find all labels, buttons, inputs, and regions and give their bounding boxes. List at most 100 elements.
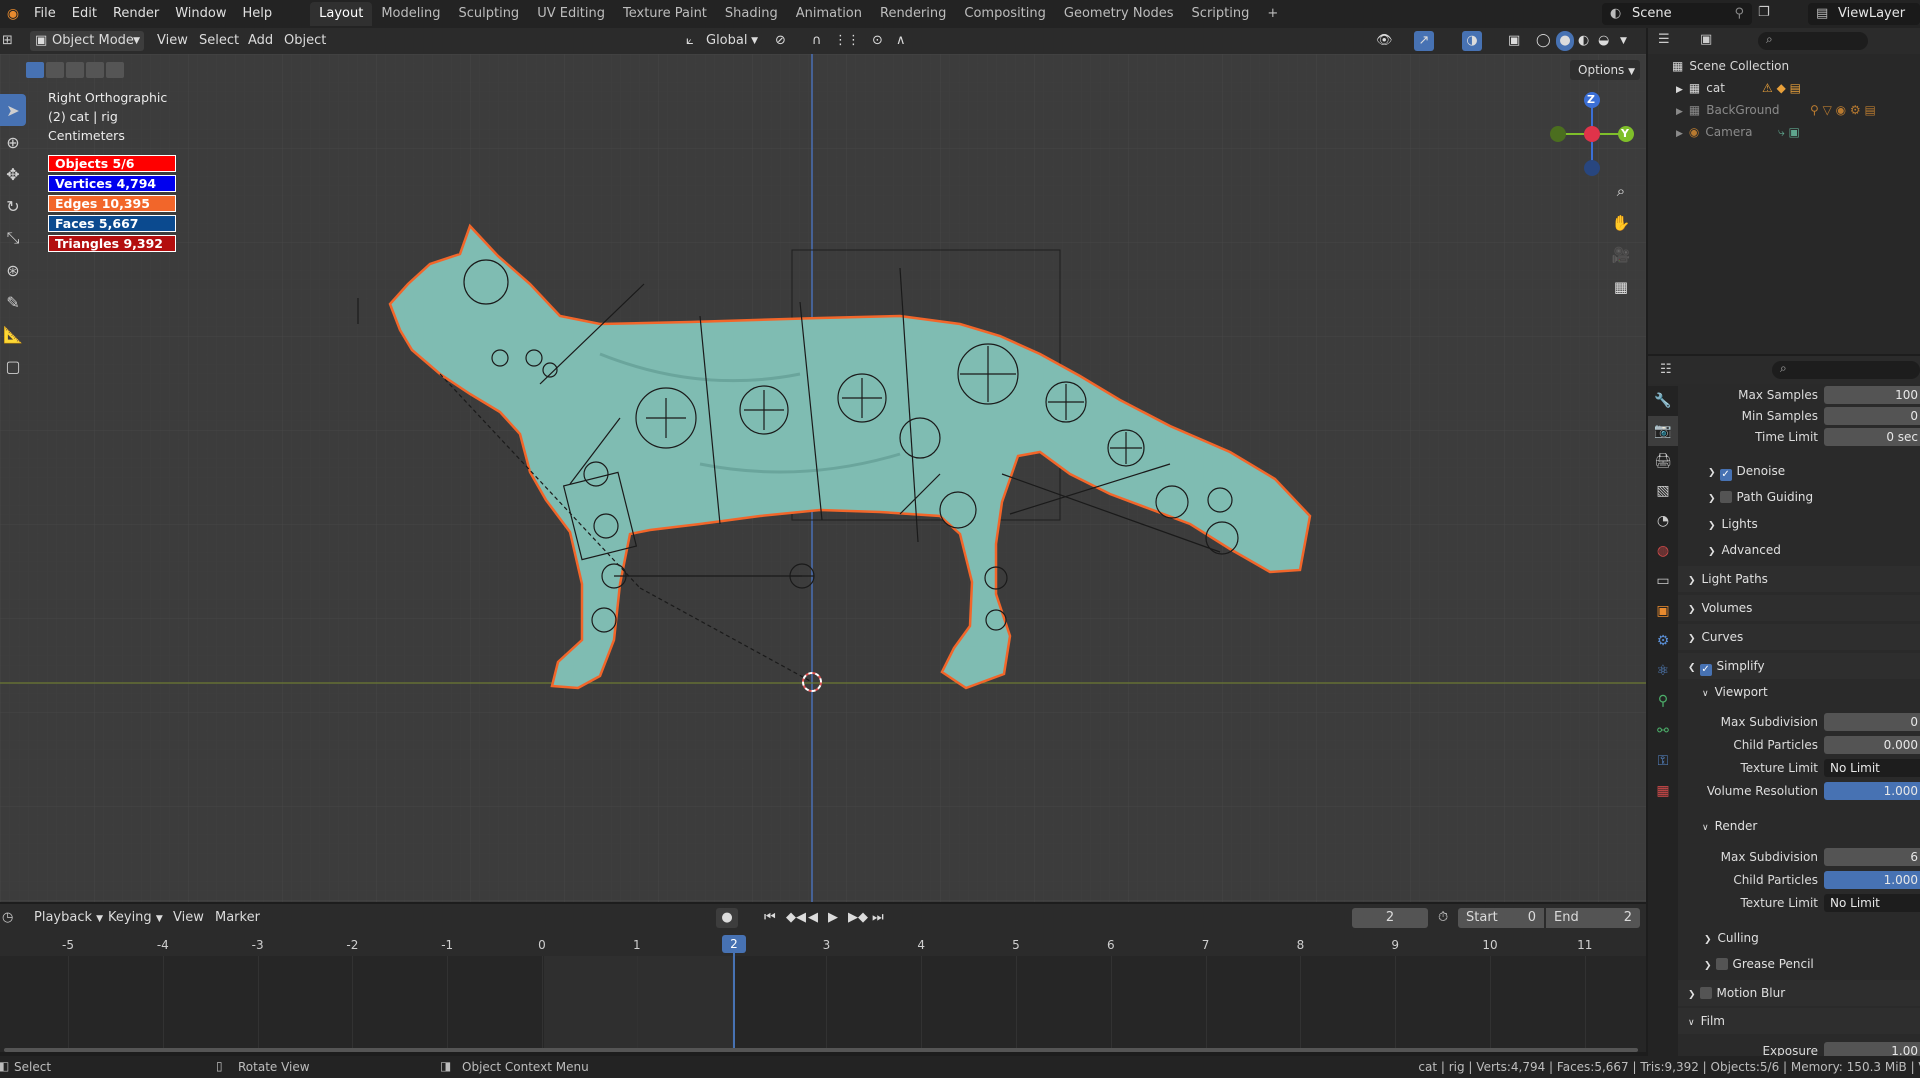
simplify-panel[interactable]: ❮ ✓ Simplify: [1678, 653, 1920, 679]
view-layer-selector[interactable]: ▤ ViewLayer: [1808, 3, 1920, 25]
play-reverse-icon[interactable]: ◀: [808, 908, 818, 928]
pivot-icon[interactable]: ⊘: [775, 31, 786, 51]
rd-child-particles-field[interactable]: 1.000: [1824, 871, 1920, 889]
output-tab-icon[interactable]: 🖨: [1648, 446, 1678, 476]
menu-add[interactable]: Add: [248, 31, 273, 51]
physics-tab-icon[interactable]: ⚲: [1648, 686, 1678, 716]
falloff-icon[interactable]: ∧: [896, 31, 906, 51]
exposure-field[interactable]: 1.00: [1824, 1042, 1920, 1056]
world-tab-icon[interactable]: ◍: [1648, 536, 1678, 566]
tab-uv-editing[interactable]: UV Editing: [528, 2, 614, 26]
select-new-icon[interactable]: [26, 62, 44, 78]
marker-menu[interactable]: Marker: [215, 908, 260, 928]
advanced-panel[interactable]: ❯ Advanced: [1678, 537, 1920, 563]
lights-panel[interactable]: ❯ Lights: [1678, 511, 1920, 537]
volumes-panel[interactable]: ❯ Volumes: [1678, 595, 1920, 621]
tab-layout[interactable]: Layout: [310, 2, 373, 26]
tab-compositing[interactable]: Compositing: [955, 2, 1055, 26]
culling-panel[interactable]: ❯ Culling: [1678, 925, 1920, 951]
tab-rendering[interactable]: Rendering: [871, 2, 955, 26]
scene-tab-icon[interactable]: ◔: [1648, 506, 1678, 536]
tab-animation[interactable]: Animation: [787, 2, 871, 26]
tab-shading[interactable]: Shading: [716, 2, 787, 26]
select-intersect-icon[interactable]: [106, 62, 124, 78]
cursor-tool-icon[interactable]: ⊕: [0, 126, 26, 158]
collection-tab-icon[interactable]: ▭: [1648, 566, 1678, 596]
add-cube-tool-icon[interactable]: ▢: [0, 350, 26, 382]
scale-tool-icon[interactable]: ⤡: [0, 222, 26, 254]
vp-texture-limit-dropdown[interactable]: No Limit: [1824, 759, 1920, 777]
max-samples-field[interactable]: 100: [1824, 386, 1920, 404]
outliner-search-input[interactable]: ⌕: [1758, 32, 1868, 50]
particles-tab-icon[interactable]: ⚛: [1648, 656, 1678, 686]
time-limit-field[interactable]: 0 sec: [1824, 428, 1920, 446]
new-scene-icon[interactable]: ❐: [1758, 5, 1770, 20]
proportional-edit-icon[interactable]: ⊙: [872, 31, 883, 51]
timeline-scrollbar[interactable]: [4, 1048, 1638, 1052]
grease-pencil-checkbox[interactable]: [1715, 958, 1728, 970]
menu-view[interactable]: View: [157, 31, 188, 51]
orientation-dropdown[interactable]: ⟀ Global ▼: [682, 31, 762, 51]
timeline[interactable]: -5-4-3-2-101234567891011 2: [0, 932, 1646, 1052]
mode-dropdown[interactable]: ▣ Object Mode ▼: [30, 31, 144, 51]
shading-options-icon[interactable]: ▼: [1620, 31, 1627, 51]
tab-texture-paint[interactable]: Texture Paint: [614, 2, 716, 26]
menu-help[interactable]: Help: [235, 0, 281, 28]
render-tab-icon[interactable]: 📷: [1648, 416, 1678, 446]
3d-viewport[interactable]: ➤ ⊕ ✥ ↻ ⤡ ⊛ ✎ 📐 ▢ Right Orthographic (2)…: [0, 54, 1646, 902]
viewport-subpanel[interactable]: ∨ Viewport: [1678, 679, 1920, 705]
play-icon[interactable]: ▶: [828, 908, 838, 928]
motion-blur-checkbox[interactable]: [1699, 987, 1712, 999]
playback-menu[interactable]: Playback ▼: [34, 908, 103, 928]
data-tab-icon[interactable]: ⚿: [1648, 746, 1678, 776]
keying-menu[interactable]: Keying ▼: [108, 908, 163, 928]
menu-window[interactable]: Window: [167, 0, 234, 28]
rotate-tool-icon[interactable]: ↻: [0, 190, 26, 222]
shading-rendered-icon[interactable]: ◒: [1598, 31, 1609, 51]
film-panel[interactable]: ∨ Film: [1678, 1008, 1920, 1034]
select-subtract-icon[interactable]: [66, 62, 84, 78]
transform-tool-icon[interactable]: ⊛: [0, 254, 26, 286]
menu-file[interactable]: File: [26, 0, 64, 28]
add-workspace-icon[interactable]: +: [1258, 2, 1287, 26]
tab-scripting[interactable]: Scripting: [1183, 2, 1259, 26]
rd-texture-limit-dropdown[interactable]: No Limit: [1824, 894, 1920, 912]
outliner-item-camera[interactable]: ▶ ◉ Camera ⤷ ▣: [1648, 122, 1920, 143]
ortho-grid-icon[interactable]: ▦: [1608, 274, 1634, 300]
grease-pencil-panel[interactable]: ❯ Grease Pencil: [1678, 951, 1920, 977]
tab-geometry-nodes[interactable]: Geometry Nodes: [1055, 2, 1183, 26]
object-tab-icon[interactable]: ▣: [1648, 596, 1678, 626]
select-difference-icon[interactable]: [86, 62, 104, 78]
path-guiding-checkbox[interactable]: [1719, 491, 1732, 503]
modifier-tab-icon[interactable]: ⚙: [1648, 626, 1678, 656]
timeline-view-menu[interactable]: View: [173, 908, 204, 928]
preview-range-icon[interactable]: ⏱: [1438, 908, 1448, 928]
jump-start-icon[interactable]: ⏮: [764, 908, 776, 928]
denoise-panel[interactable]: ❯ ✓ Denoise: [1678, 458, 1920, 484]
jump-end-icon[interactable]: ⏭: [872, 908, 884, 928]
tab-modeling[interactable]: Modeling: [372, 2, 449, 26]
outliner-type-icon[interactable]: ☰: [1658, 32, 1670, 47]
tool-tab-icon[interactable]: 🔧: [1648, 386, 1678, 416]
menu-select[interactable]: Select: [199, 31, 239, 51]
overlay-toggle-icon[interactable]: ◑: [1462, 31, 1482, 51]
shading-wireframe-icon[interactable]: ◯: [1536, 31, 1551, 51]
simplify-checkbox[interactable]: ✓: [1699, 664, 1712, 676]
display-mode-icon[interactable]: ▣: [1700, 32, 1712, 47]
path-guiding-panel[interactable]: ❯ Path Guiding: [1678, 484, 1920, 510]
options-dropdown[interactable]: Options ▼: [1570, 60, 1640, 80]
scene-selector[interactable]: ◐ Scene ⚲: [1602, 3, 1752, 25]
shading-material-icon[interactable]: ◐: [1578, 31, 1589, 51]
tab-sculpting[interactable]: Sculpting: [449, 2, 528, 26]
xray-icon[interactable]: ▣: [1508, 31, 1520, 51]
properties-search-input[interactable]: ⌕: [1772, 361, 1920, 379]
pan-hand-icon[interactable]: ✋: [1608, 210, 1634, 236]
constraints-tab-icon[interactable]: ⚯: [1648, 716, 1678, 746]
select-box-icon[interactable]: ➤: [0, 94, 26, 126]
gizmo-toggle-icon[interactable]: ↗: [1414, 31, 1434, 51]
min-samples-field[interactable]: 0: [1824, 407, 1920, 425]
vp-volume-resolution-field[interactable]: 1.000: [1824, 782, 1920, 800]
curves-panel[interactable]: ❯ Curves: [1678, 624, 1920, 650]
camera-view-icon[interactable]: 🎥: [1608, 242, 1634, 268]
editor-type-icon[interactable]: ⊞: [2, 31, 13, 51]
